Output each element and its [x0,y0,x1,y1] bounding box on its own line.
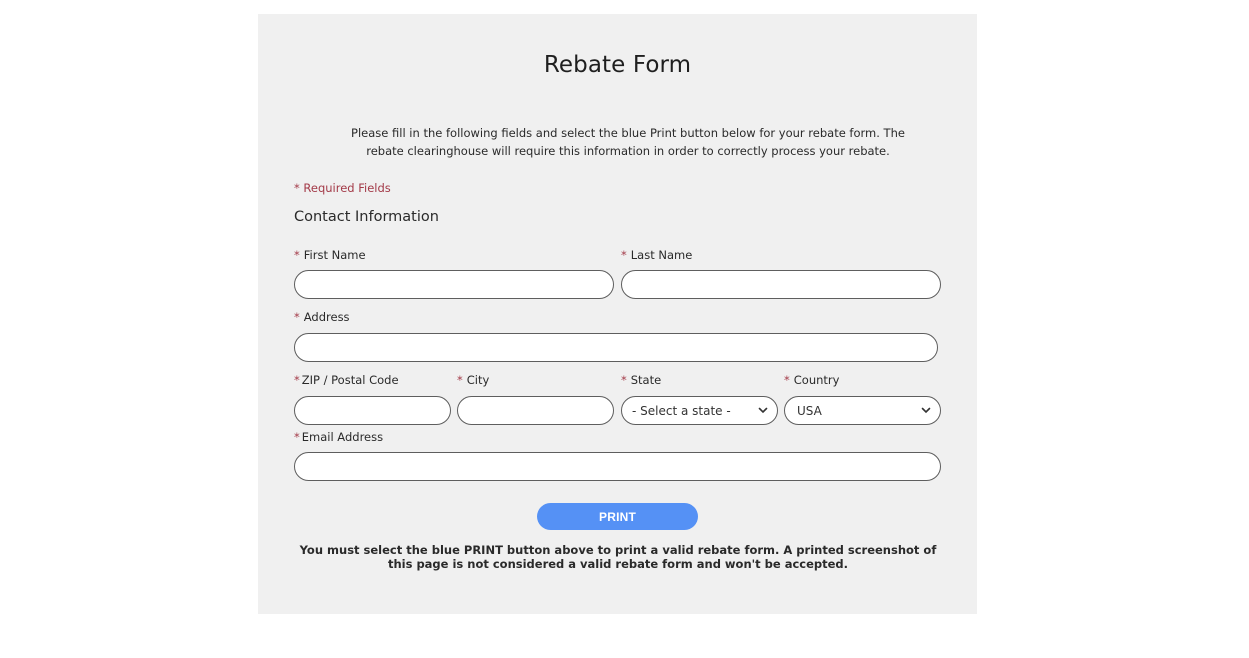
first-name-input[interactable] [294,270,614,299]
last-name-input[interactable] [621,270,941,299]
page-title: Rebate Form [543,52,692,78]
city-label: * City [457,373,490,387]
required-marker: * [621,373,627,387]
chevron-down-icon [921,407,931,414]
intro-text: Please fill in the following fields and … [351,126,905,158]
email-label: * Email Address [294,430,384,444]
address-label: * Address [294,310,350,324]
required-fields-note: * Required Fields [294,181,391,195]
required-marker: * [294,373,300,387]
chevron-down-icon [758,407,768,414]
state-selected-value: - Select a state - [632,403,731,418]
last-name-label: * Last Name [621,248,693,262]
required-marker: * [457,373,463,387]
zip-input[interactable] [294,396,451,425]
required-marker: * [294,310,300,324]
required-marker: * [621,248,627,262]
required-marker: * [294,248,300,262]
state-label: * State [621,373,662,387]
zip-label: * ZIP / Postal Code [294,373,399,387]
required-marker: * [784,373,790,387]
country-label: * Country [784,373,840,387]
city-input[interactable] [457,396,614,425]
country-select[interactable]: USA [784,396,941,425]
print-warning-note: You must select the blue PRINT button ab… [299,543,937,571]
print-button[interactable]: PRINT [537,503,698,530]
required-marker: * [294,430,300,444]
address-input[interactable] [294,333,938,362]
rebate-form-panel: Rebate Form Please fill in the following… [258,14,977,614]
email-input[interactable] [294,452,941,481]
country-selected-value: USA [797,403,822,418]
first-name-label: * First Name [294,248,366,262]
state-select[interactable]: - Select a state - [621,396,778,425]
section-title-contact-information: Contact Information [294,209,439,225]
